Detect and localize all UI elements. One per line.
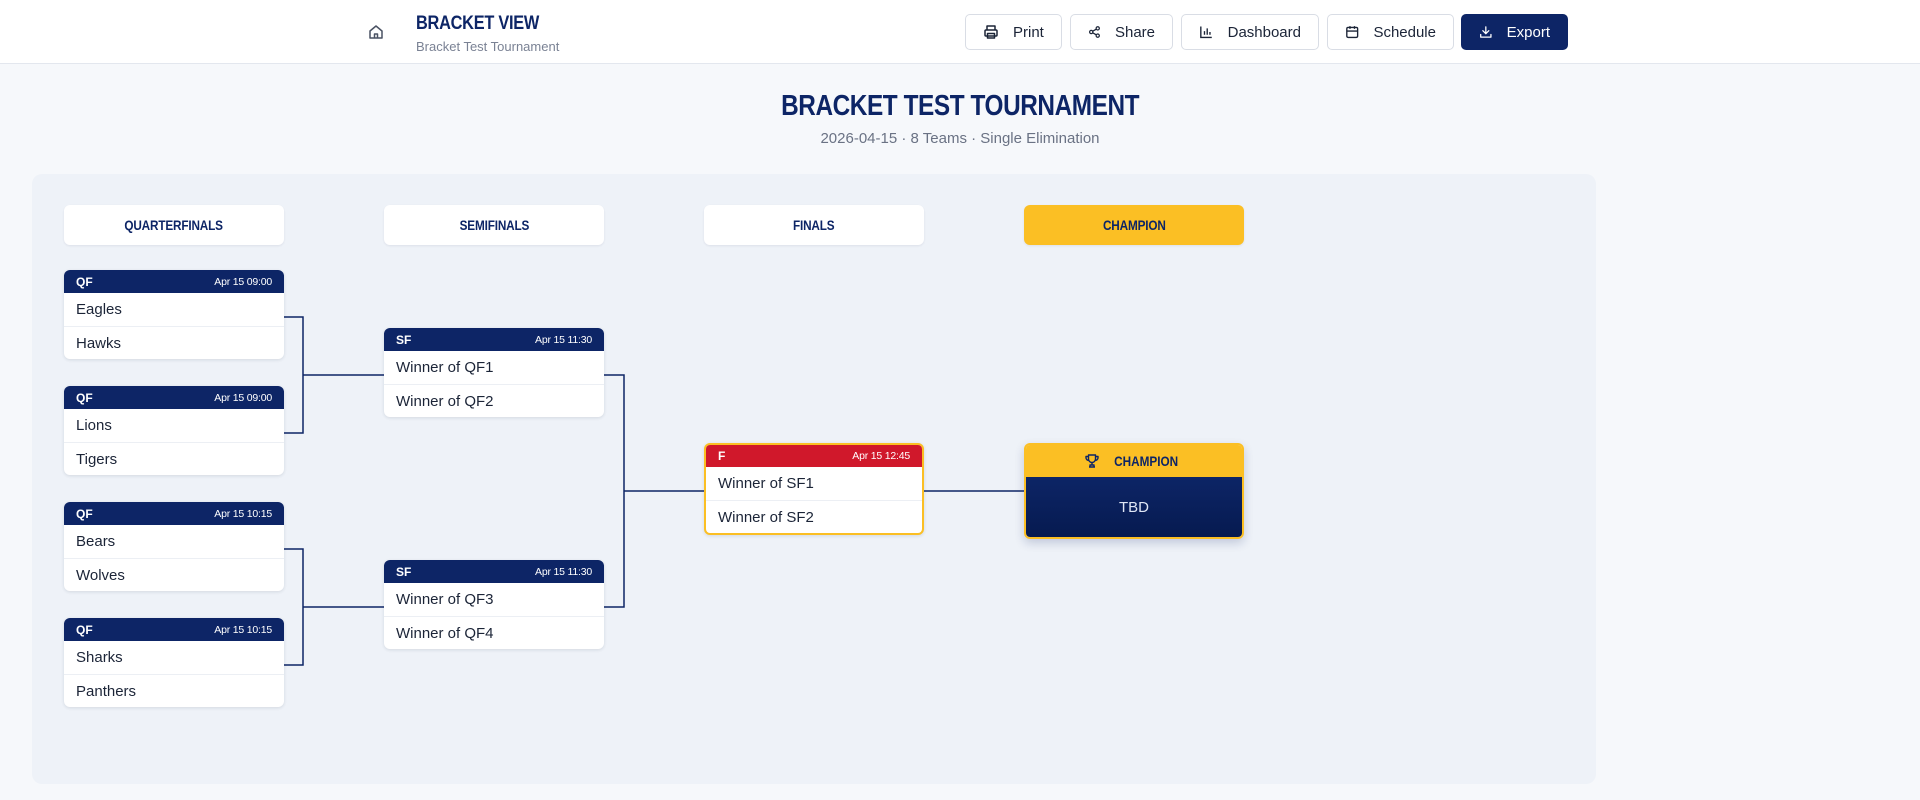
share-icon bbox=[1089, 26, 1100, 38]
schedule-button[interactable]: Schedule bbox=[1327, 14, 1454, 50]
team-slot[interactable]: Tigers bbox=[64, 442, 284, 475]
bar-chart-icon bbox=[1200, 26, 1212, 39]
match-round-code: SF bbox=[396, 564, 412, 579]
team-slot[interactable]: Bears bbox=[64, 525, 284, 558]
round-header-champion: CHAMPION bbox=[1024, 205, 1244, 245]
dashboard-button[interactable]: Dashboard bbox=[1181, 14, 1319, 50]
round-header-semifinals: SEMIFINALS bbox=[384, 205, 604, 245]
app-subtitle: Bracket Test Tournament bbox=[416, 39, 560, 54]
download-icon bbox=[1480, 26, 1492, 38]
team-slot[interactable]: Panthers bbox=[64, 674, 284, 707]
tournament-meta: 2026-04-15 · 8 Teams · Single Eliminatio… bbox=[820, 130, 1100, 147]
team-slot[interactable]: Lions bbox=[64, 409, 284, 442]
match-round-code: QF bbox=[76, 622, 93, 637]
export-label: Export bbox=[1506, 23, 1550, 41]
match-time: Apr 15 09:00 bbox=[214, 391, 272, 404]
tournament-title: BRACKET TEST TOURNAMENT bbox=[781, 90, 1139, 122]
match-header: QF Apr 15 10:15 bbox=[64, 618, 284, 641]
match-card-sf1[interactable]: SF Apr 15 11:30 Winner of QF1 Winner of Q… bbox=[384, 328, 604, 417]
team-slot[interactable]: Winner of SF2 bbox=[706, 500, 922, 533]
print-label: Print bbox=[1013, 23, 1044, 41]
match-card-qf3[interactable]: QF Apr 15 10:15 Bears Wolves bbox=[64, 502, 284, 591]
schedule-label: Schedule bbox=[1373, 23, 1436, 41]
champion-card: CHAMPION TBD bbox=[1024, 443, 1244, 539]
team-slot[interactable]: Winner of QF4 bbox=[384, 616, 604, 649]
match-time: Apr 15 10:15 bbox=[214, 623, 272, 636]
champion-value: TBD bbox=[1026, 477, 1242, 537]
top-bar: BRACKET VIEW Bracket Test Tournament Pri… bbox=[0, 0, 1920, 64]
match-time: Apr 15 11:30 bbox=[535, 333, 592, 346]
team-slot[interactable]: Winner of SF1 bbox=[706, 467, 922, 500]
match-header: F Apr 15 12:45 bbox=[706, 445, 922, 467]
home-button[interactable] bbox=[362, 20, 390, 44]
match-time: Apr 15 10:15 bbox=[214, 507, 272, 520]
champion-card-label: CHAMPION bbox=[1113, 453, 1179, 469]
match-card-sf2[interactable]: SF Apr 15 11:30 Winner of QF3 Winner of Q… bbox=[384, 560, 604, 649]
printer-icon bbox=[984, 25, 998, 39]
round-header-quarterfinals: QUARTERFINALS bbox=[64, 205, 284, 245]
print-button[interactable]: Print bbox=[965, 14, 1062, 50]
trophy-icon bbox=[1085, 454, 1099, 468]
match-round-code: SF bbox=[396, 332, 412, 347]
app-title: BRACKET VIEW bbox=[416, 13, 540, 34]
match-time: Apr 15 11:30 bbox=[535, 565, 592, 578]
match-round-code: F bbox=[718, 449, 726, 463]
match-time: Apr 15 12:45 bbox=[852, 450, 910, 462]
match-time: Apr 15 09:00 bbox=[214, 275, 272, 288]
home-icon bbox=[369, 25, 383, 39]
match-card-qf1[interactable]: QF Apr 15 09:00 Eagles Hawks bbox=[64, 270, 284, 359]
export-button[interactable]: Export bbox=[1461, 14, 1568, 50]
match-header: QF Apr 15 10:15 bbox=[64, 502, 284, 525]
team-slot[interactable]: Winner of QF1 bbox=[384, 351, 604, 384]
team-slot[interactable]: Wolves bbox=[64, 558, 284, 591]
team-slot[interactable]: Sharks bbox=[64, 641, 284, 674]
match-card-qf2[interactable]: QF Apr 15 09:00 Lions Tigers bbox=[64, 386, 284, 475]
team-slot[interactable]: Winner of QF3 bbox=[384, 583, 604, 616]
match-round-code: QF bbox=[76, 274, 93, 289]
match-round-code: QF bbox=[76, 390, 93, 405]
match-header: QF Apr 15 09:00 bbox=[64, 386, 284, 409]
team-slot[interactable]: Winner of QF2 bbox=[384, 384, 604, 417]
team-slot[interactable]: Hawks bbox=[64, 326, 284, 359]
bracket-panel: QUARTERFINALS SEMIFINALS FINALS CHAMPION… bbox=[32, 174, 1596, 784]
calendar-icon bbox=[1346, 26, 1359, 39]
match-card-qf4[interactable]: QF Apr 15 10:15 Sharks Panthers bbox=[64, 618, 284, 707]
match-header: SF Apr 15 11:30 bbox=[384, 328, 604, 351]
round-header-finals: FINALS bbox=[704, 205, 924, 245]
dashboard-label: Dashboard bbox=[1227, 23, 1301, 41]
share-label: Share bbox=[1114, 23, 1155, 41]
match-header: QF Apr 15 09:00 bbox=[64, 270, 284, 293]
match-header: SF Apr 15 11:30 bbox=[384, 560, 604, 583]
match-round-code: QF bbox=[76, 506, 93, 521]
team-slot[interactable]: Eagles bbox=[64, 293, 284, 326]
share-button[interactable]: Share bbox=[1070, 14, 1173, 50]
champion-card-header: CHAMPION bbox=[1026, 445, 1242, 477]
brand: BRACKET VIEW Bracket Test Tournament bbox=[416, 13, 559, 54]
match-card-final[interactable]: F Apr 15 12:45 Winner of SF1 Winner of SF… bbox=[704, 443, 924, 535]
